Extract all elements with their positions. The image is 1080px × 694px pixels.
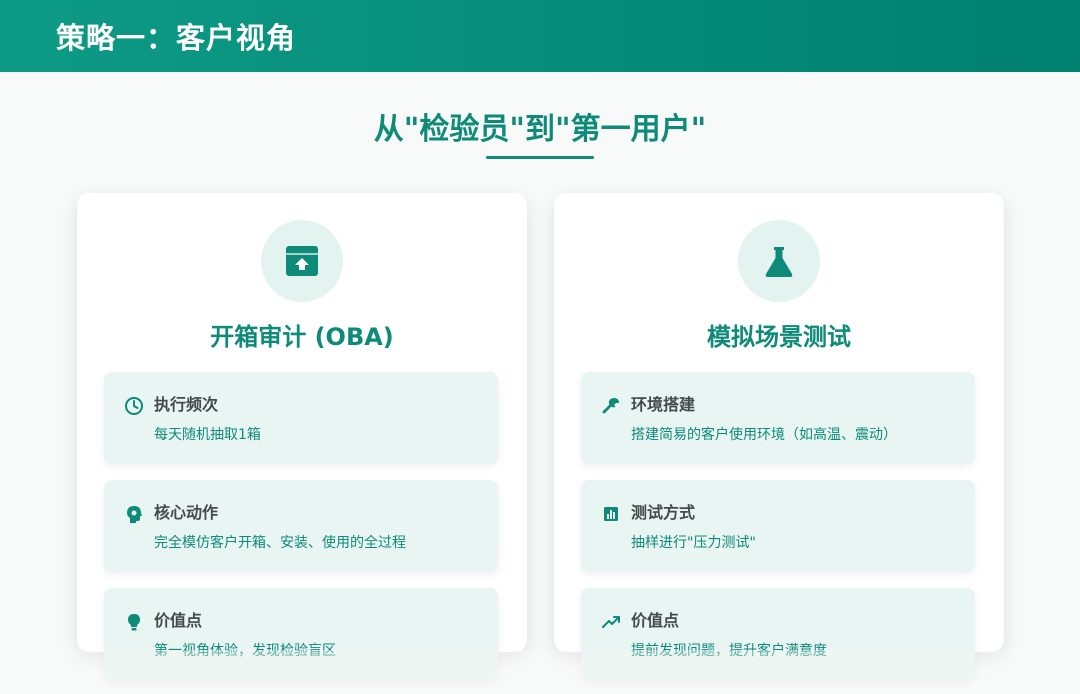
item-label: 核心动作 bbox=[154, 503, 219, 522]
bar-chart-icon bbox=[601, 504, 621, 524]
item-desc: 每天随机抽取1箱 bbox=[154, 427, 261, 443]
page-title: 策略一：客户视角 bbox=[56, 21, 297, 55]
header-bar: 策略一：客户视角 bbox=[0, 0, 1080, 72]
item-label: 测试方式 bbox=[631, 503, 696, 522]
brain-head-icon bbox=[124, 504, 144, 524]
item-label: 环境搭建 bbox=[631, 395, 696, 414]
card-title-simulation: 模拟场景测试 bbox=[707, 323, 851, 351]
item-desc: 抽样进行"压力测试" bbox=[631, 535, 756, 551]
item-label: 价值点 bbox=[631, 611, 680, 630]
flask-icon bbox=[738, 220, 820, 302]
subtitle-underline bbox=[486, 156, 594, 159]
clock-icon bbox=[124, 396, 144, 416]
list-item: 测试方式 抽样进行"压力测试" bbox=[581, 480, 975, 572]
item-desc: 搭建简易的客户使用环境（如高温、震动） bbox=[631, 427, 897, 443]
wrench-icon bbox=[601, 396, 621, 416]
card-title-oba: 开箱审计 (OBA) bbox=[210, 323, 394, 351]
item-desc: 完全模仿客户开箱、安装、使用的全过程 bbox=[154, 535, 406, 551]
trend-up-icon bbox=[601, 612, 621, 632]
section-subtitle: 从"检验员"到"第一用户" bbox=[373, 112, 707, 147]
list-item: 执行频次 每天随机抽取1箱 bbox=[104, 372, 498, 464]
box-upload-icon bbox=[261, 220, 343, 302]
item-label: 执行频次 bbox=[154, 395, 219, 414]
list-item: 环境搭建 搭建简易的客户使用环境（如高温、震动） bbox=[581, 372, 975, 464]
lightbulb-icon bbox=[124, 612, 144, 632]
bottom-fade bbox=[0, 650, 1080, 694]
item-label: 价值点 bbox=[154, 611, 203, 630]
list-item: 核心动作 完全模仿客户开箱、安装、使用的全过程 bbox=[104, 480, 498, 572]
